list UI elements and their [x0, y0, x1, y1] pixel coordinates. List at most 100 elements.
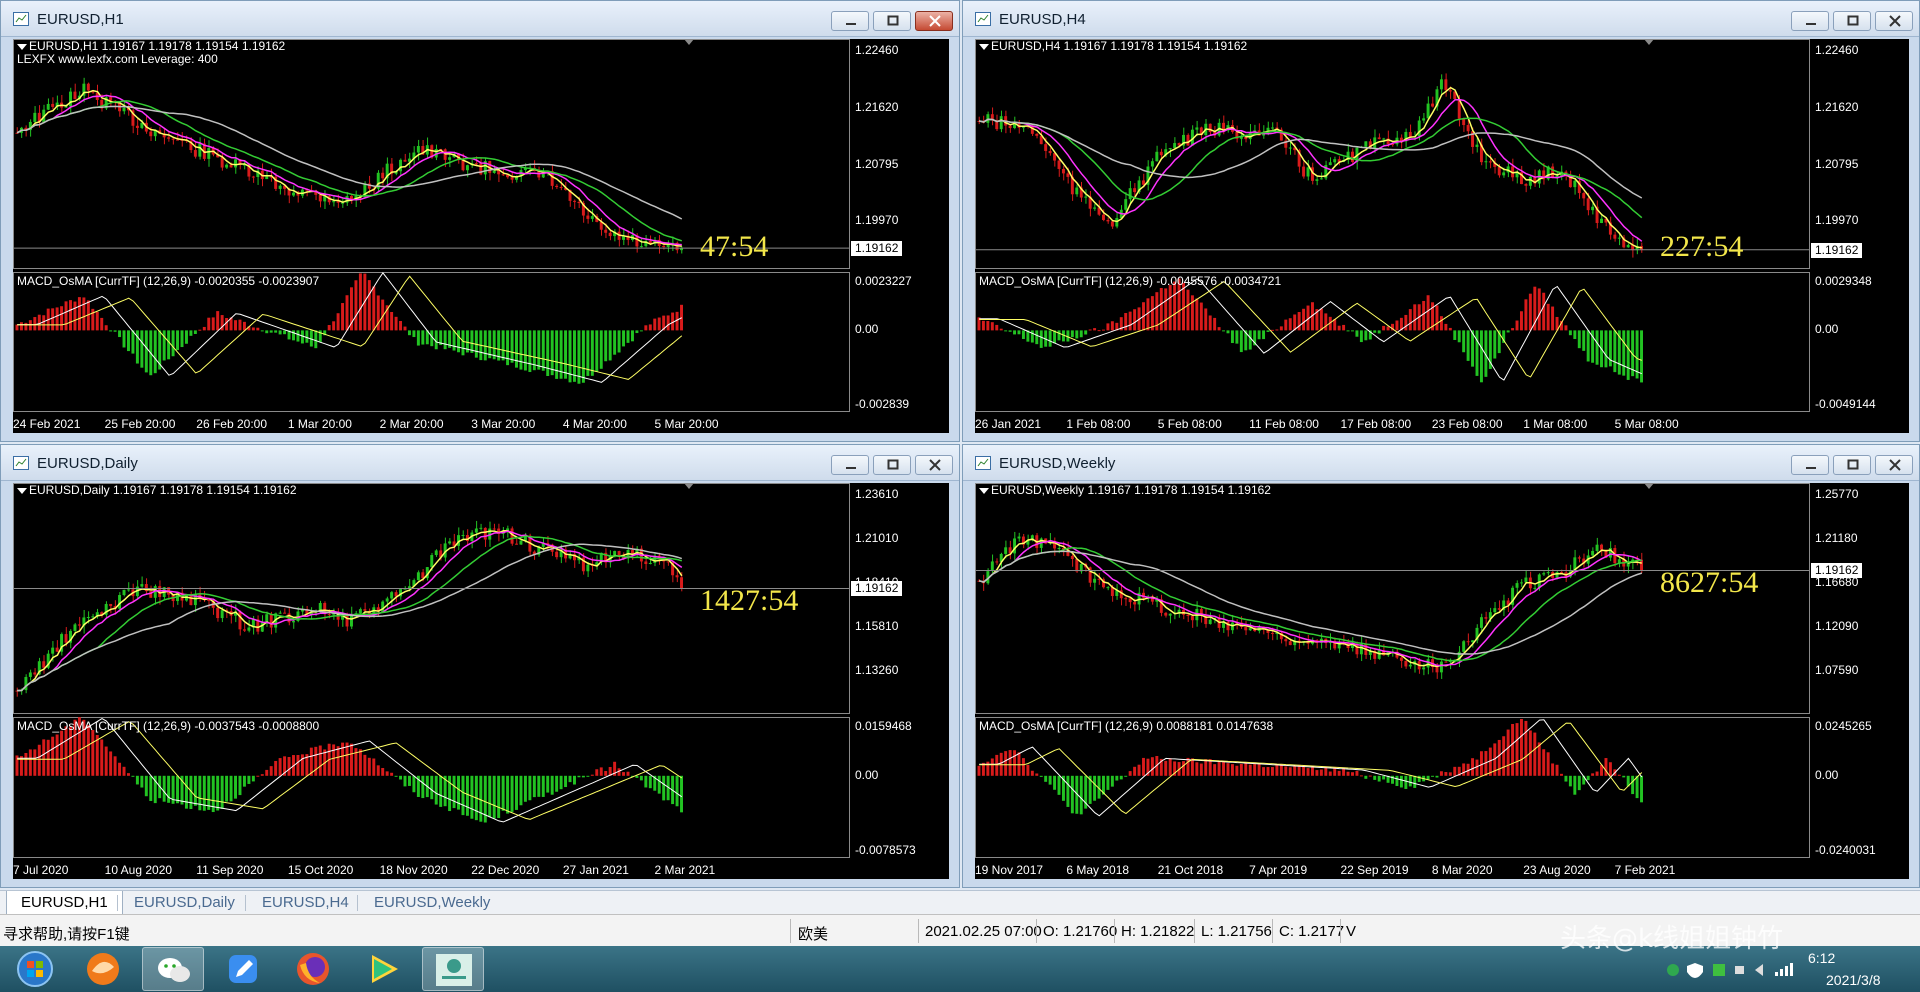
macd-histogram-bar — [1070, 775, 1074, 814]
close-button[interactable] — [1875, 455, 1913, 475]
chart-shift-marker-icon[interactable] — [684, 483, 694, 489]
mt4-terminal-icon[interactable] — [422, 947, 484, 991]
window-titlebar[interactable]: EURUSD,Daily — [1, 445, 959, 481]
status-open: O: 1.21760 — [1043, 923, 1118, 940]
chart-tab[interactable]: EURUSD,H4 — [248, 891, 363, 915]
macd-histogram-bar — [465, 775, 469, 816]
macd-indicator-label: MACD_OsMA [CurrTF] (12,26,9) -0.0045576 … — [979, 274, 1282, 288]
macd-histogram-bar — [1008, 750, 1012, 776]
candle-body — [229, 164, 233, 168]
chart-tab[interactable]: EURUSD,Weekly — [360, 891, 504, 915]
firefox-icon[interactable] — [282, 947, 344, 991]
candle-body — [363, 609, 367, 611]
macd-histogram-bar — [1595, 330, 1599, 365]
macd-histogram-bar — [127, 773, 130, 776]
chart-area[interactable]: EURUSD,H4 1.19167 1.19178 1.19154 1.1916… — [975, 39, 1909, 433]
macd-histogram-bar — [1257, 330, 1261, 340]
macd-histogram-bar — [483, 330, 487, 361]
macd-histogram-bar — [568, 775, 572, 783]
chart-header-arrow-icon[interactable] — [979, 488, 989, 494]
chart-window-w1[interactable]: EURUSD,Weekly EURUSD,Weekly 1.19167 1.191… — [962, 444, 1920, 888]
window-titlebar[interactable]: EURUSD,Weekly — [963, 445, 1919, 481]
candle-body — [1128, 598, 1132, 603]
price-chart-canvas[interactable] — [13, 39, 949, 433]
chart-area[interactable]: EURUSD,Weekly 1.19167 1.19178 1.19154 1.… — [975, 483, 1909, 879]
chart-window-h4[interactable]: EURUSD,H4 EURUSD,H4 1.19167 1.19178 1.191… — [962, 0, 1920, 442]
candle-body — [278, 612, 282, 614]
close-button[interactable] — [915, 455, 953, 475]
macd-histogram-bar — [1586, 775, 1590, 781]
macd-histogram-bar — [202, 326, 206, 331]
chart-shift-marker-icon[interactable] — [1644, 39, 1654, 45]
maximize-button[interactable] — [873, 455, 911, 475]
minimize-button[interactable] — [1791, 11, 1829, 31]
macd-histogram-bar — [381, 767, 385, 776]
chart-header-arrow-icon[interactable] — [17, 488, 27, 494]
macd-histogram-bar — [42, 315, 46, 331]
candle-body — [1075, 187, 1079, 195]
macd-histogram-bar — [1182, 761, 1185, 776]
macd-histogram-bar — [1195, 298, 1199, 331]
clock-time[interactable]: 6:12 — [1808, 950, 1835, 966]
close-button[interactable] — [915, 11, 953, 31]
macd-histogram-bar — [1640, 775, 1643, 803]
macd-histogram-bar — [1230, 764, 1234, 776]
candle-body — [198, 143, 202, 157]
chart-header-arrow-icon[interactable] — [979, 44, 989, 50]
macd-histogram-bar — [470, 775, 474, 819]
macd-histogram-bar — [394, 775, 398, 777]
macd-histogram-bar — [1533, 732, 1537, 776]
clock-date[interactable]: 2021/3/8 — [1826, 972, 1881, 988]
candle-body — [403, 159, 407, 162]
chart-area[interactable]: EURUSD,Daily 1.19167 1.19178 1.19154 1.1… — [13, 483, 949, 879]
chart-ohlc-header: EURUSD,H4 1.19167 1.19178 1.19154 1.1916… — [991, 39, 1248, 53]
minimize-button[interactable] — [1791, 455, 1829, 475]
close-button[interactable] — [1875, 11, 1913, 31]
pen-app-icon[interactable] — [212, 947, 274, 991]
window-titlebar[interactable]: EURUSD,H4 — [963, 1, 1919, 37]
browser-swirl-icon[interactable] — [72, 947, 134, 991]
chart-tab[interactable]: EURUSD,Daily — [120, 891, 249, 915]
macd-histogram-bar — [1070, 330, 1074, 338]
candle-body — [1573, 180, 1577, 188]
chart-window-h1[interactable]: EURUSD,H1 EURUSD,H1 1.19167 1.19178 1.191… — [0, 0, 960, 442]
chart-area[interactable]: EURUSD,H1 1.19167 1.19178 1.19154 1.1916… — [13, 39, 949, 433]
start-orb-icon[interactable] — [4, 947, 66, 991]
macd-histogram-bar — [1084, 330, 1088, 335]
chart-shift-marker-icon[interactable] — [684, 39, 694, 45]
chart-shift-marker-icon[interactable] — [1644, 483, 1654, 489]
minimize-button[interactable] — [831, 11, 869, 31]
candle-body — [479, 527, 483, 529]
candle-body — [251, 176, 255, 178]
chart-window-d1[interactable]: EURUSD,Daily EURUSD,Daily 1.19167 1.19178… — [0, 444, 960, 888]
window-titlebar[interactable]: EURUSD,H1 — [1, 1, 959, 37]
chart-header-arrow-icon[interactable] — [17, 44, 27, 50]
maximize-button[interactable] — [1833, 455, 1871, 475]
maximize-button[interactable] — [873, 11, 911, 31]
macd-histogram-bar — [283, 330, 287, 335]
candle-body — [171, 138, 175, 140]
macd-histogram-bar — [586, 775, 590, 777]
price-chart-canvas[interactable] — [975, 39, 1909, 433]
candle-body — [33, 672, 37, 675]
chart-tab[interactable]: EURUSD,H1 — [6, 891, 123, 915]
price-chart-canvas[interactable] — [13, 483, 949, 879]
macd-histogram-bar — [327, 325, 331, 331]
macd-histogram-bar — [1377, 775, 1381, 782]
candle-body — [1306, 167, 1310, 177]
minimize-button[interactable] — [831, 455, 869, 475]
time-axis-label: 25 Feb 20:00 — [104, 417, 176, 431]
candle-body — [1061, 168, 1065, 174]
macd-histogram-bar — [1150, 296, 1154, 331]
media-player-icon[interactable] — [352, 947, 414, 991]
macd-histogram-bar — [1017, 752, 1021, 776]
macd-histogram-bar — [506, 330, 510, 366]
macd-histogram-bar — [1524, 299, 1528, 331]
candle-body — [559, 187, 563, 189]
candle-body — [1102, 214, 1105, 220]
price-chart-canvas[interactable] — [975, 483, 1909, 879]
maximize-button[interactable] — [1833, 11, 1871, 31]
candle-body — [1422, 118, 1426, 121]
time-axis-label: 23 Aug 2020 — [1523, 863, 1591, 877]
wechat-icon[interactable] — [142, 947, 204, 991]
